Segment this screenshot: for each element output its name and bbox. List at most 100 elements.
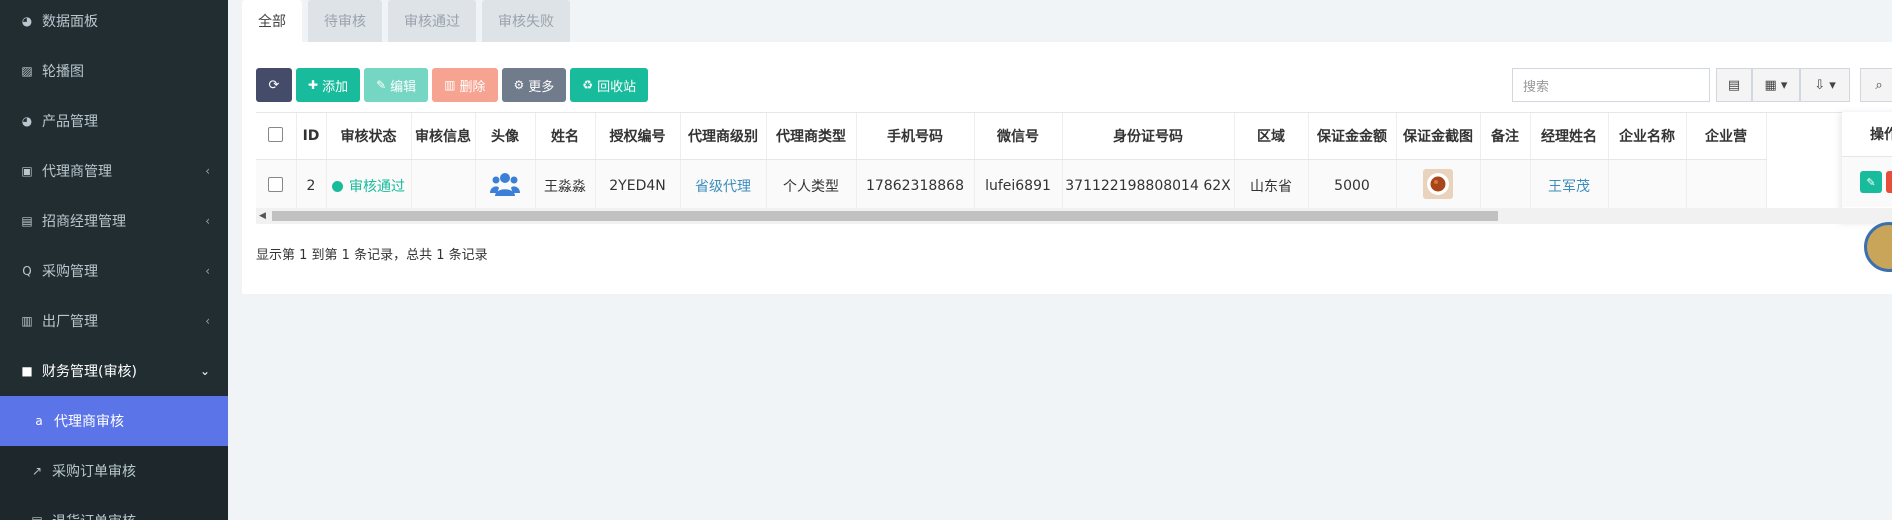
product-icon: ◕ — [21, 114, 33, 128]
tab-approved[interactable]: 审核通过 — [388, 0, 476, 42]
chevron-left-icon: ‹ — [205, 264, 210, 278]
select-all-cell[interactable] — [256, 113, 297, 160]
tab-rejected[interactable]: 审核失败 — [482, 0, 570, 42]
column-header[interactable]: 姓名 — [535, 113, 596, 160]
column-header[interactable]: 企业营 — [1686, 113, 1767, 160]
search-button[interactable]: ⌕ — [1860, 68, 1892, 102]
amazon-icon: a — [35, 414, 43, 428]
refresh-icon: ⟳ — [268, 77, 280, 92]
sidebar-subitem-return-audit[interactable]: ▤ 退货订单审核 — [0, 496, 228, 520]
cell-id: 2 — [296, 159, 327, 213]
column-header[interactable]: 保证金金额 — [1308, 113, 1397, 160]
sidebar-subitem-agent-audit[interactable]: a 代理商审核 — [0, 396, 228, 446]
purchase-icon: Q — [22, 264, 32, 278]
cell-avatar[interactable] — [475, 159, 536, 213]
columns-button[interactable]: ▦ ▾ — [1752, 68, 1800, 102]
deposit-thumbnail[interactable] — [1423, 169, 1453, 199]
gear-icon: ⚙ — [513, 78, 525, 92]
pagination-summary: 显示第 1 到第 1 条记录，总共 1 条记录 — [256, 248, 488, 263]
sidebar-item-agents[interactable]: ▣ 代理商管理 ‹ — [0, 146, 228, 196]
sidebar-item-finance[interactable]: ■ 财务管理(审核) ⌄ — [0, 346, 228, 396]
column-header[interactable]: 微信号 — [974, 113, 1063, 160]
list-view-icon: ▤ — [1727, 77, 1741, 93]
cell-deposit-image[interactable] — [1396, 159, 1481, 213]
cell-deposit: 5000 — [1308, 159, 1397, 213]
sidebar-subitem-purchase-audit[interactable]: ↗ 采购订单审核 — [0, 446, 228, 496]
pencil-icon: ✎ — [376, 78, 387, 92]
sidebar-item-products[interactable]: ◕ 产品管理 — [0, 96, 228, 146]
cell-company — [1608, 159, 1687, 213]
sidebar-item-factory[interactable]: ▥ 出厂管理 ‹ — [0, 296, 228, 346]
select-all-checkbox[interactable] — [268, 126, 284, 142]
export-button[interactable]: ⇩ ▾ — [1800, 68, 1850, 102]
more-button[interactable]: ⚙ 更多 — [501, 68, 567, 102]
cell-phone: 17862318868 — [856, 159, 975, 213]
recycle-bin-button[interactable]: ♻ 回收站 — [570, 68, 649, 102]
row-select-cell[interactable] — [256, 159, 297, 213]
edit-button[interactable]: ✎ 编辑 — [364, 68, 429, 102]
column-header[interactable]: 手机号码 — [856, 113, 975, 160]
column-header[interactable]: ID — [296, 113, 327, 160]
operation-header: 操作 — [1842, 112, 1892, 157]
column-header[interactable]: 经理姓名 — [1530, 113, 1609, 160]
search-input[interactable]: 搜索 — [1512, 68, 1710, 102]
delete-button[interactable]: ▥ 删除 — [432, 68, 498, 102]
toggle-view-button[interactable]: ▤ — [1716, 68, 1752, 102]
plus-icon: ✚ — [308, 78, 319, 92]
more-label: 更多 — [528, 78, 555, 94]
cell-manager[interactable]: 王军茂 — [1530, 159, 1609, 213]
table-panel: ⟳ ✚ 添加 ✎ 编辑 ▥ 删除 ⚙ 更多 ♻ 回收站 搜索 ▤ ▦ ▾ ⇩ ▾… — [242, 42, 1892, 294]
sidebar-item-label: 采购订单审核 — [52, 464, 136, 480]
return-icon: ▤ — [30, 514, 44, 520]
grid-icon: ▦ ▾ — [1764, 77, 1788, 93]
column-header[interactable]: 授权编号 — [595, 113, 681, 160]
cell-region: 山东省 — [1234, 159, 1309, 213]
column-header[interactable]: 审核状态 — [326, 113, 412, 160]
row-checkbox[interactable] — [268, 176, 284, 192]
table-row[interactable]: 2 审核通过 王淼淼 2YED4N 省级代理 个人类型 17862318868 … — [256, 159, 1767, 213]
sidebar-item-label: 轮播图 — [42, 64, 84, 80]
chevron-left-icon: ‹ — [205, 314, 210, 328]
sidebar-item-label: 出厂管理 — [42, 314, 98, 330]
add-button[interactable]: ✚ 添加 — [296, 68, 361, 102]
recycle-label: 回收站 — [597, 78, 637, 94]
chevron-left-icon: ‹ — [205, 164, 210, 178]
sidebar-item-label: 代理商审核 — [54, 414, 124, 430]
cell-status[interactable]: 审核通过 — [326, 159, 412, 213]
refresh-button[interactable]: ⟳ — [256, 68, 292, 102]
sidebar-item-carousel[interactable]: ▨ 轮播图 — [0, 46, 228, 96]
trash-icon: ▥ — [444, 78, 456, 92]
recycle-icon: ♻ — [582, 78, 594, 92]
table-header-row: ID 审核状态 审核信息 头像 姓名 授权编号 代理商级别 代理商类型 手机号码… — [256, 113, 1767, 160]
scroll-left-icon[interactable]: ◀ — [259, 208, 266, 224]
row-delete-button[interactable]: ▥ — [1886, 171, 1892, 193]
toolbar: ⟳ ✚ 添加 ✎ 编辑 ▥ 删除 ⚙ 更多 ♻ 回收站 — [256, 68, 652, 102]
sidebar-item-label: 招商经理管理 — [42, 214, 126, 230]
sidebar-item-purchase[interactable]: Q 采购管理 ‹ — [0, 246, 228, 296]
column-header[interactable]: 头像 — [475, 113, 536, 160]
finance-icon: ■ — [21, 364, 33, 378]
sidebar-item-dashboard[interactable]: ◕ 数据面板 — [0, 0, 228, 46]
pencil-icon: ✎ — [1866, 175, 1876, 189]
cell-type: 个人类型 — [766, 159, 857, 213]
column-header[interactable]: 审核信息 — [411, 113, 476, 160]
horizontal-scrollbar[interactable]: ◀ ▶ — [256, 208, 1892, 224]
chart-line-icon: ↗ — [31, 464, 43, 478]
chevron-left-icon: ‹ — [205, 214, 210, 228]
column-header[interactable]: 保证金截图 — [1396, 113, 1481, 160]
cell-level[interactable]: 省级代理 — [680, 159, 767, 213]
cell-wechat: lufei6891 — [974, 159, 1063, 213]
column-header[interactable]: 区域 — [1234, 113, 1309, 160]
column-header[interactable]: 备注 — [1480, 113, 1531, 160]
sidebar-item-managers[interactable]: ▤ 招商经理管理 ‹ — [0, 196, 228, 246]
row-edit-button[interactable]: ✎ — [1860, 171, 1882, 193]
operation-cell: ✎ ▥ — [1842, 157, 1892, 207]
scrollbar-thumb[interactable] — [272, 211, 1498, 221]
column-header[interactable]: 代理商类型 — [766, 113, 857, 160]
column-header[interactable]: 身份证号码 — [1062, 113, 1235, 160]
column-header[interactable]: 代理商级别 — [680, 113, 767, 160]
truck-icon: ▥ — [21, 314, 33, 328]
column-header[interactable]: 企业名称 — [1608, 113, 1687, 160]
tab-pending[interactable]: 待审核 — [308, 0, 382, 42]
tab-all[interactable]: 全部 — [242, 0, 302, 42]
